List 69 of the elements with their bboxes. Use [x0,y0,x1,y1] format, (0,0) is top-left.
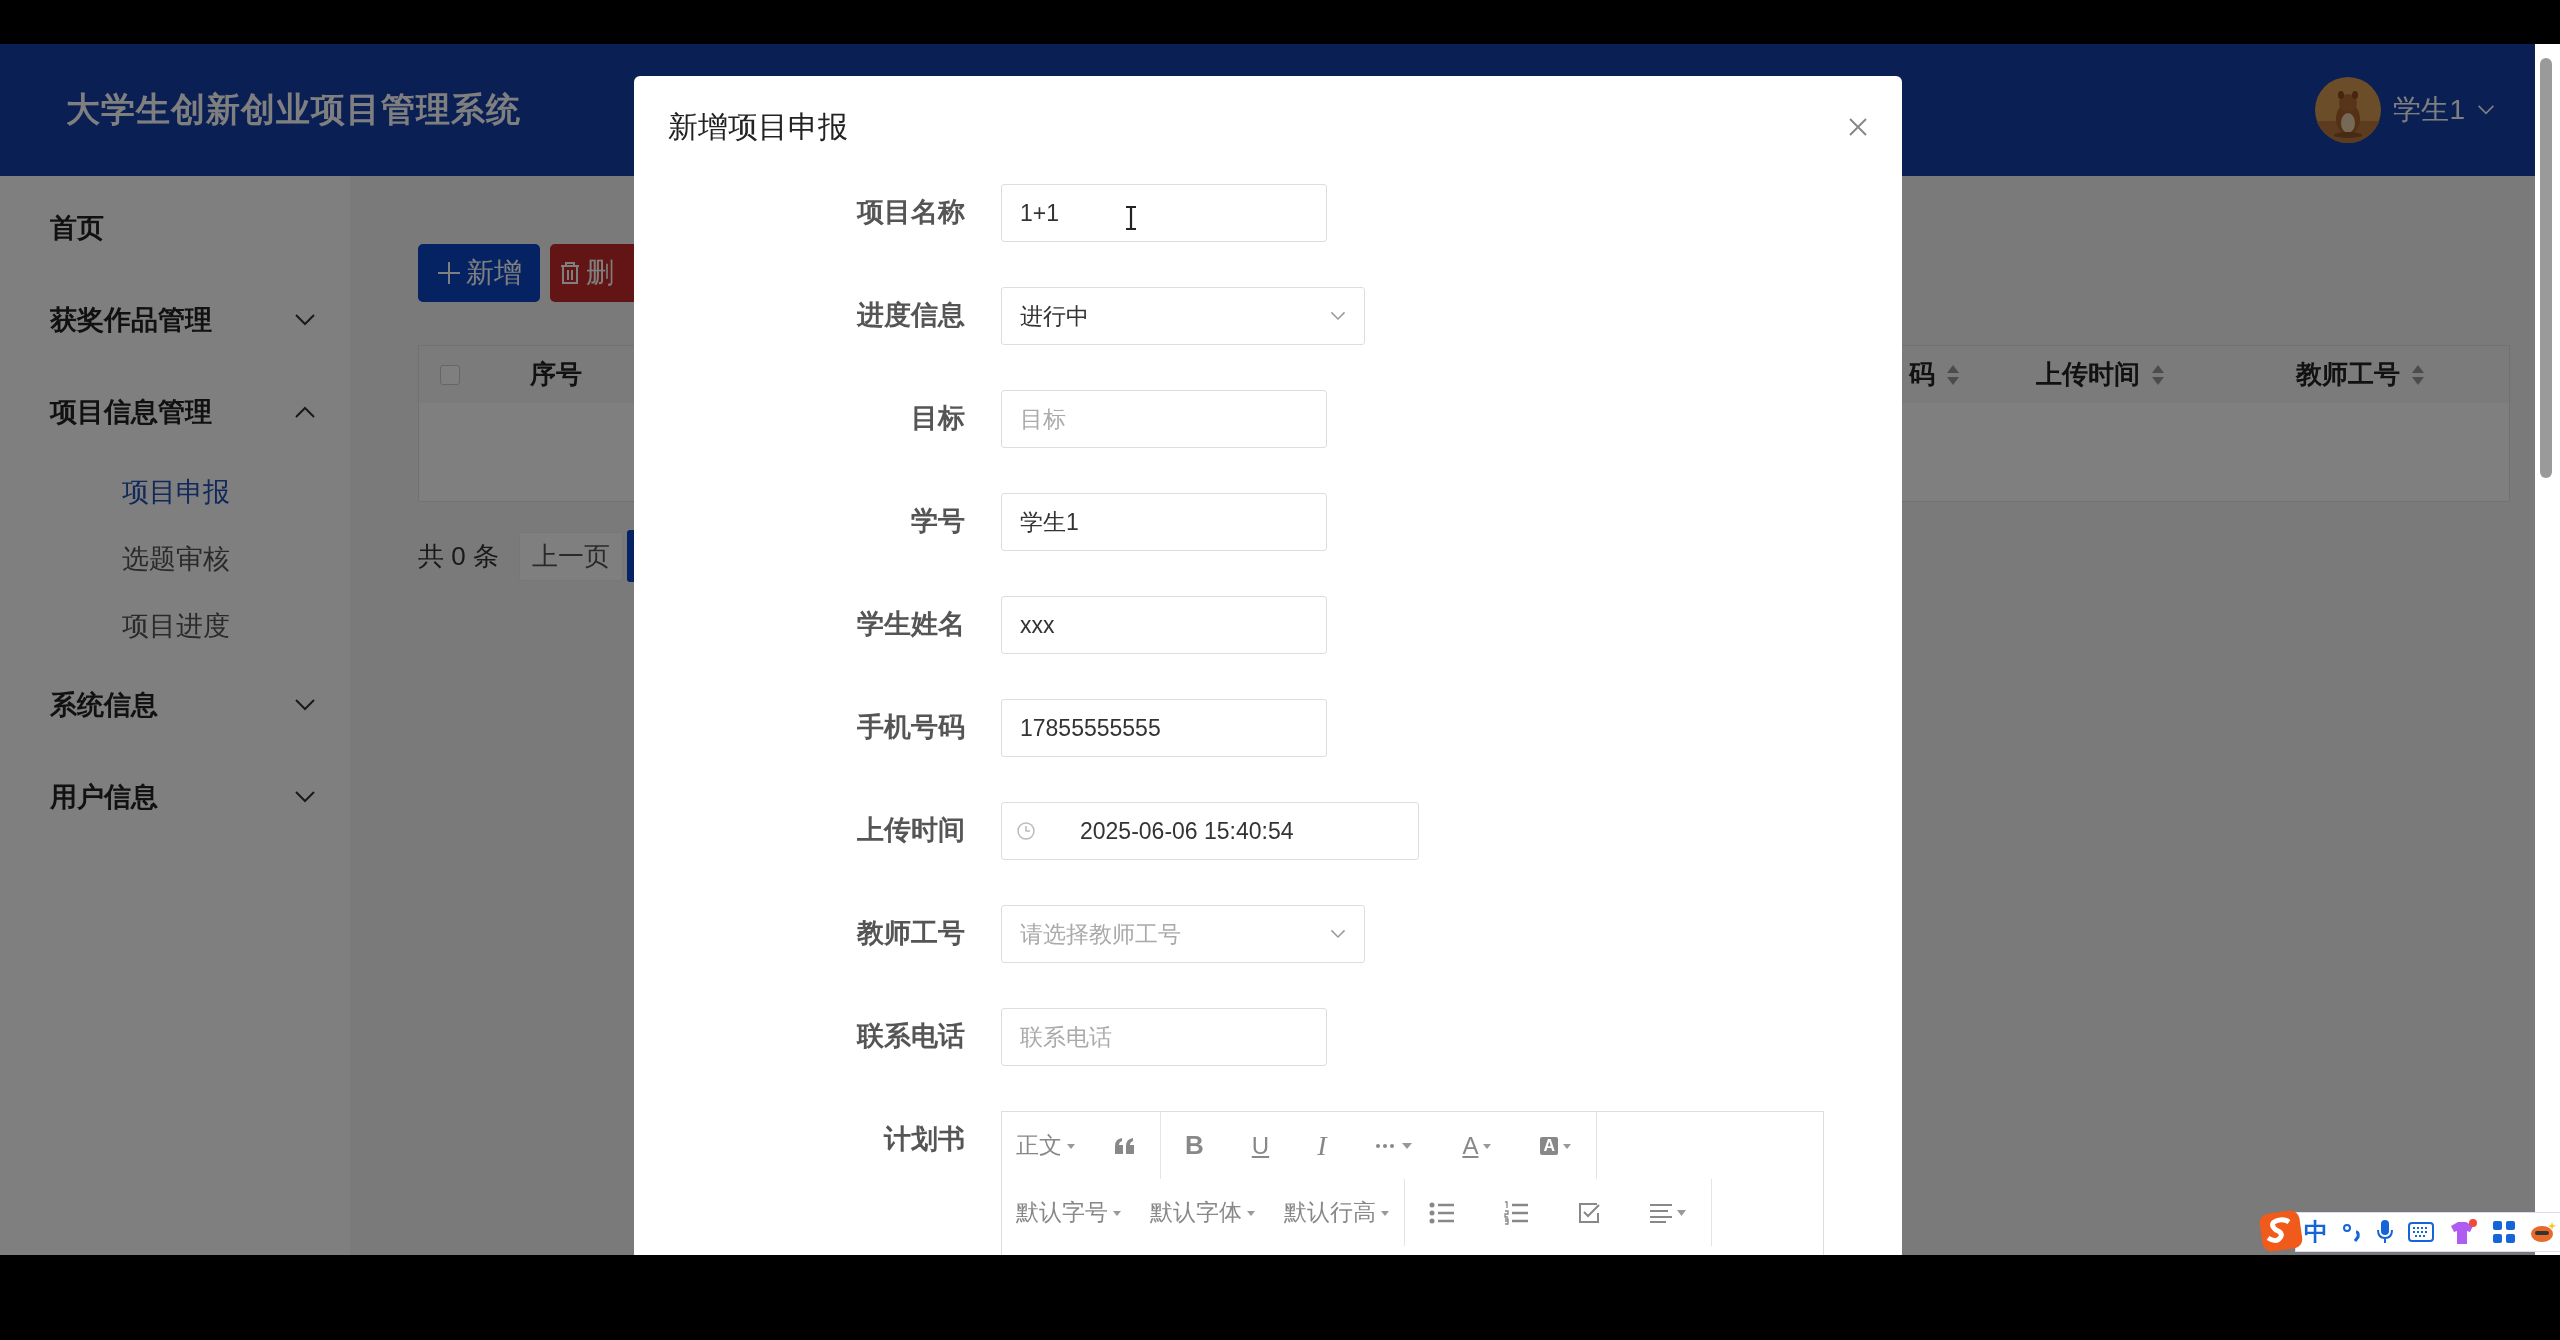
caret-icon[interactable] [1246,1208,1256,1217]
column-header[interactable]: 序号 [530,357,582,392]
underline-button[interactable]: U [1227,1112,1294,1179]
field-label: 目标 [910,402,965,435]
clock-icon [1016,821,1036,841]
prev-page-button[interactable]: 上一页 [518,531,623,581]
menu-item[interactable]: 用户信息 [0,751,350,843]
submenu-item[interactable]: 选题审核 [0,525,350,592]
field-label: 教师工号 [855,917,965,950]
grid-icon[interactable] [2492,1220,2516,1244]
dialog-title: 新增项目申报 [668,108,848,145]
submenu-item[interactable]: 项目申报 [0,458,350,525]
total-count: 共 0 条 [418,539,499,573]
select-field[interactable]: 进行中 [1001,287,1365,345]
input-field[interactable]: 1+1 [1001,184,1327,242]
field-label: 项目名称 [855,196,965,229]
chevron-down-icon[interactable] [2477,103,2495,117]
input-field[interactable]: 17855555555 [1001,699,1327,757]
menu-item[interactable]: 项目信息管理 [0,366,350,458]
plus-icon[interactable] [436,260,462,286]
field-label: 上传时间 [856,814,965,847]
close-icon[interactable] [1848,117,1868,137]
bold-button[interactable]: B [1161,1112,1228,1179]
format-dropdown[interactable]: 正文 [1002,1112,1090,1179]
add-button[interactable]: 新增 [418,244,540,302]
input-field[interactable]: xxx [1001,596,1327,654]
field-label: 计划书 [882,1123,965,1156]
trash-icon[interactable] [558,260,582,286]
column-header[interactable]: 码 [1909,357,1935,392]
select-all-checkbox[interactable] [440,364,460,385]
column-header[interactable]: 上传时间 [2036,357,2140,392]
submenu-item[interactable]: 项目进度 [0,592,350,659]
field-label: 联系电话 [855,1020,965,1053]
field-label: 学生姓名 [856,608,965,641]
caret-icon[interactable] [1562,1141,1573,1150]
select-field[interactable]: 请选择教师工号 [1001,905,1365,963]
user-name[interactable]: 学生1 [2393,91,2465,129]
caret-icon[interactable] [1066,1141,1076,1150]
app-title: 大学生创新创业项目管理系统 [66,89,521,130]
format-dropdown[interactable]: 默认行高 [1270,1179,1404,1246]
caret-icon[interactable] [1112,1208,1122,1217]
text-cursor-icon [1124,206,1138,230]
input-field[interactable]: 学生1 [1001,493,1327,551]
menu-item[interactable]: 获奖作品管理 [0,274,350,366]
field-label: 学号 [910,505,965,538]
rich-text-editor[interactable]: 正文 B U I A A 默认字号 默认字体 默认行高 [1001,1111,1824,1255]
field-label: 进度信息 [855,299,965,332]
column-header[interactable]: 教师工号 [2296,357,2400,392]
font-color-button[interactable]: A [1438,1112,1517,1179]
mascot-icon[interactable] [2530,1220,2556,1244]
ime-logo-icon[interactable] [2259,1210,2303,1252]
delete-button[interactable]: 删 [550,244,634,302]
caret-icon[interactable] [1380,1208,1390,1217]
bg-color-button[interactable]: A [1516,1112,1597,1179]
format-dropdown[interactable]: 默认字体 [1136,1179,1270,1246]
input-field[interactable]: 联系电话 [1001,1008,1327,1066]
menu-item[interactable]: 首页 [0,182,350,274]
shirt-icon[interactable] [2448,1218,2478,1246]
scrollbar[interactable] [2535,44,2560,1255]
menu-item[interactable]: 系统信息 [0,659,350,751]
input-mode-button[interactable]: 中 [2304,1216,2328,1248]
date-field[interactable]: 2025-06-06 15:40:54 [1001,802,1419,860]
format-dropdown[interactable]: 默认字号 [1002,1179,1136,1246]
keyboard-icon[interactable] [2408,1222,2434,1242]
microphone-icon[interactable] [2376,1219,2394,1245]
field-label: 手机号码 [856,711,965,744]
caret-icon[interactable] [1482,1141,1493,1150]
input-field[interactable]: 目标 [1001,390,1327,448]
italic-button[interactable]: I [1293,1112,1351,1179]
